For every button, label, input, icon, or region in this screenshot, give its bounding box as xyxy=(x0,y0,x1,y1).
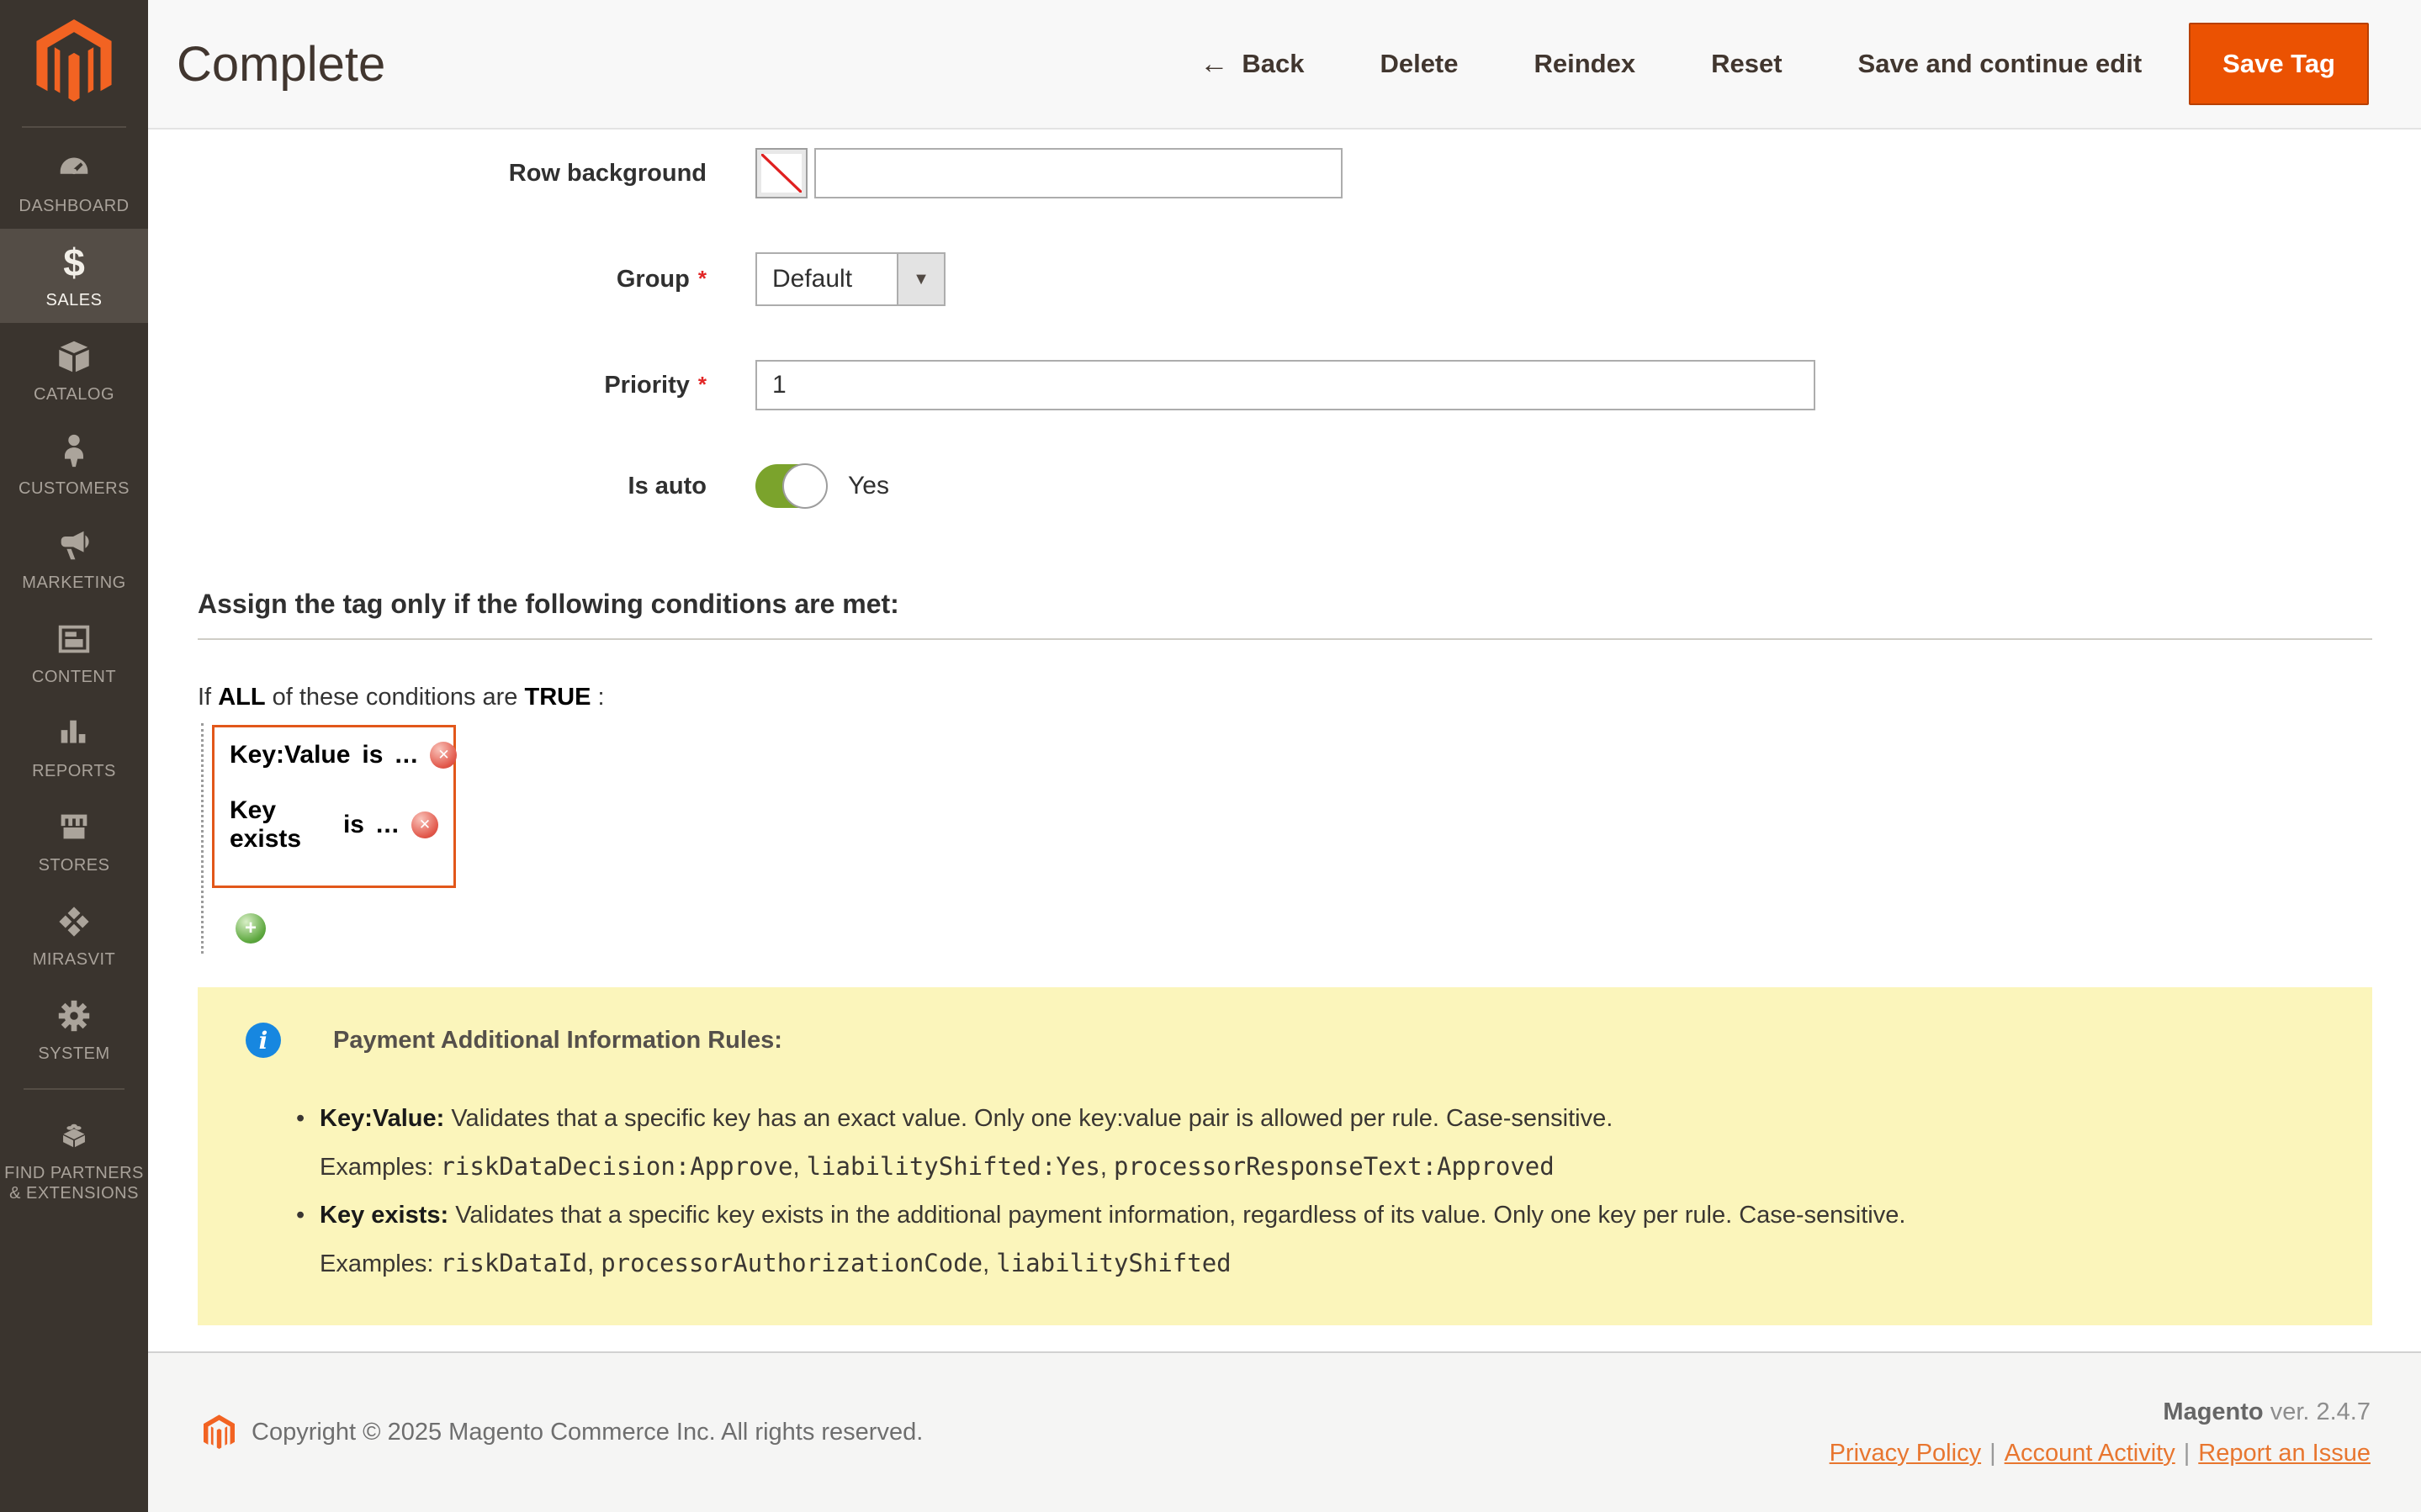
sidebar-item-reports[interactable]: REPORTS xyxy=(0,700,148,794)
rule-key-value: • Key:Value: Validates that a specific k… xyxy=(320,1095,2339,1143)
sidebar-item-stores[interactable]: STORES xyxy=(0,794,148,888)
conditions-group-box: Key:Value is ... ✕ Key exists is ... ✕ xyxy=(212,725,456,888)
sidebar-menu: DASHBOARD $ SALES CATALOG CUSTOMERS MARK… xyxy=(0,135,148,1216)
page-footer: Copyright © 2025 Magento Commerce Inc. A… xyxy=(148,1351,2421,1512)
payment-rules-notice: i Payment Additional Information Rules: … xyxy=(198,987,2372,1325)
group-label: Group* xyxy=(198,266,707,293)
mirasvit-icon xyxy=(3,902,145,943)
sales-icon: $ xyxy=(3,243,145,283)
content-icon xyxy=(3,620,145,660)
is-auto-toggle[interactable] xyxy=(755,464,826,508)
bullet-icon: • xyxy=(296,1095,305,1143)
is-auto-state: Yes xyxy=(848,472,889,500)
copyright-text: Copyright © 2025 Magento Commerce Inc. A… xyxy=(252,1419,923,1446)
conditions-aggregator[interactable]: ALL xyxy=(218,684,265,711)
footer-links: Privacy Policy|Account Activity|Report a… xyxy=(1830,1440,2371,1467)
row-background-field-row: Row background xyxy=(198,148,2372,198)
rule-key-value-examples: Examples: riskDataDecision:Approve, liab… xyxy=(320,1143,2339,1192)
version-text: Magento ver. 2.4.7 xyxy=(1830,1398,2371,1426)
sidebar-item-sales[interactable]: $ SALES xyxy=(0,229,148,323)
system-icon xyxy=(3,997,145,1037)
magento-footer-logo xyxy=(204,1414,235,1451)
stores-icon xyxy=(3,808,145,849)
add-condition-icon[interactable]: + xyxy=(236,913,266,944)
group-select[interactable]: Default ▼ xyxy=(755,252,946,306)
marketing-icon xyxy=(3,526,145,566)
conditions-value[interactable]: TRUE xyxy=(524,684,591,711)
sidebar-item-content[interactable]: CONTENT xyxy=(0,605,148,700)
back-button[interactable]: ← Back xyxy=(1200,48,1304,81)
condition-row-key-exists[interactable]: Key exists is ... ✕ xyxy=(230,796,438,854)
group-field-row: Group* Default ▼ xyxy=(198,252,2372,306)
sidebar-logo-divider xyxy=(22,126,126,128)
tag-edit-form: Row background Group* Default ▼ Priority… xyxy=(148,131,2421,1351)
delete-button[interactable]: Delete xyxy=(1380,49,1458,79)
toggle-knob xyxy=(782,463,828,509)
sidebar-item-find-partners[interactable]: FIND PARTNERS & EXTENSIONS xyxy=(0,1102,148,1216)
rule-key-exists: • Key exists: Validates that a specific … xyxy=(320,1192,2339,1240)
admin-sidebar: DASHBOARD $ SALES CATALOG CUSTOMERS MARK… xyxy=(0,0,148,1512)
conditions-intro: If ALL of these conditions are TRUE : xyxy=(198,684,2372,711)
sidebar-item-dashboard[interactable]: DASHBOARD xyxy=(0,135,148,229)
sidebar-item-system[interactable]: SYSTEM xyxy=(0,982,148,1076)
no-color-icon xyxy=(761,154,802,193)
back-arrow-icon: ← xyxy=(1200,48,1228,81)
notice-title: Payment Additional Information Rules: xyxy=(333,1027,782,1055)
catalog-icon xyxy=(3,337,145,378)
required-asterisk: * xyxy=(698,266,707,291)
dashboard-icon xyxy=(3,149,145,189)
color-swatch-button[interactable] xyxy=(755,148,808,198)
is-auto-field-row: Is auto Yes xyxy=(198,464,2372,508)
section-divider xyxy=(198,638,2372,640)
priority-input[interactable] xyxy=(755,360,1815,410)
reindex-button[interactable]: Reindex xyxy=(1534,49,1636,79)
reports-icon xyxy=(3,714,145,754)
condition-row-key-value[interactable]: Key:Value is ... ✕ xyxy=(230,741,438,769)
header-actions: ← Back Delete Reindex Reset Save and con… xyxy=(1200,23,2369,105)
conditions-tree: Key:Value is ... ✕ Key exists is ... ✕ + xyxy=(201,723,2372,954)
is-auto-label: Is auto xyxy=(198,473,707,500)
bullet-icon: • xyxy=(296,1192,305,1240)
conditions-section-heading: Assign the tag only if the following con… xyxy=(198,589,2372,620)
remove-condition-icon[interactable]: ✕ xyxy=(430,742,457,769)
row-background-label: Row background xyxy=(198,160,707,188)
reset-button[interactable]: Reset xyxy=(1711,49,1782,79)
priority-field-row: Priority* xyxy=(198,360,2372,410)
sidebar-item-mirasvit[interactable]: MIRASVIT xyxy=(0,888,148,982)
required-asterisk: * xyxy=(698,372,707,397)
save-and-continue-button[interactable]: Save and continue edit xyxy=(1858,49,2143,79)
chevron-down-icon[interactable]: ▼ xyxy=(897,254,944,304)
sidebar-section-divider xyxy=(24,1088,124,1090)
rule-key-exists-examples: Examples: riskDataId, processorAuthoriza… xyxy=(320,1240,2339,1288)
customers-icon xyxy=(3,431,145,472)
report-an-issue-link[interactable]: Report an Issue xyxy=(2198,1440,2371,1467)
save-tag-button[interactable]: Save Tag xyxy=(2189,23,2369,105)
sidebar-item-catalog[interactable]: CATALOG xyxy=(0,323,148,417)
page-header: Complete ← Back Delete Reindex Reset Sav… xyxy=(148,0,2421,130)
remove-condition-icon[interactable]: ✕ xyxy=(411,812,438,838)
account-activity-link[interactable]: Account Activity xyxy=(2005,1440,2175,1467)
page-title: Complete xyxy=(177,36,385,93)
magento-logo[interactable] xyxy=(0,0,148,126)
privacy-policy-link[interactable]: Privacy Policy xyxy=(1830,1440,1982,1467)
sidebar-item-customers[interactable]: CUSTOMERS xyxy=(0,417,148,511)
priority-label: Priority* xyxy=(198,372,707,399)
info-icon: i xyxy=(246,1023,281,1058)
sidebar-item-marketing[interactable]: MARKETING xyxy=(0,511,148,605)
row-background-input[interactable] xyxy=(814,148,1343,198)
extensions-icon xyxy=(3,1116,145,1156)
